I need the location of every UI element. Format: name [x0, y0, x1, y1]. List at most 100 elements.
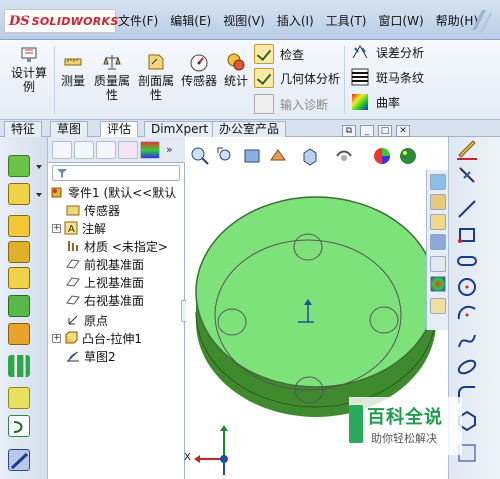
display-manager-tab-icon[interactable]	[140, 141, 160, 159]
slot-icon[interactable]	[455, 249, 479, 273]
swept-boss-icon[interactable]	[8, 215, 30, 237]
filter-icon	[57, 169, 67, 178]
feature-tree-tab-icon[interactable]	[52, 141, 72, 159]
zoom-area-icon[interactable]	[216, 146, 236, 166]
spline-icon[interactable]	[455, 329, 479, 353]
display-style-icon[interactable]	[334, 146, 354, 166]
sensor-button[interactable]: 传感器	[180, 52, 218, 88]
feature-tree-filter[interactable]	[52, 165, 180, 181]
instant3d-icon[interactable]	[8, 449, 30, 471]
maximize-window-icon[interactable]: □	[378, 125, 392, 137]
apply-scene-icon[interactable]	[398, 146, 418, 166]
sketch-icon[interactable]	[455, 137, 479, 161]
check-button[interactable]: 检查	[254, 44, 304, 64]
menu-insert[interactable]: 插入(I)	[277, 12, 314, 29]
tree-item-top-plane[interactable]: 上视基准面	[66, 273, 144, 291]
tab-features[interactable]: 特征	[4, 121, 43, 137]
extruded-boss-icon[interactable]	[8, 155, 30, 177]
property-manager-tab-icon[interactable]	[74, 141, 94, 159]
tree-item-sensors[interactable]: 传感器	[66, 201, 120, 219]
zoom-to-fit-icon[interactable]	[190, 146, 210, 166]
gauge-icon	[190, 54, 208, 72]
close-window-icon[interactable]: ✕	[396, 125, 410, 137]
reference-geometry-icon[interactable]	[8, 387, 30, 409]
tree-item-annotations[interactable]: + A 注解	[52, 219, 106, 237]
solidworks-resources-icon[interactable]	[430, 174, 446, 190]
curvature-button[interactable]: 曲率	[350, 92, 400, 112]
previous-view-icon[interactable]	[242, 146, 262, 166]
tab-evaluate[interactable]: 评估	[100, 121, 139, 137]
tree-item-sketch2-label: 草图2	[84, 349, 116, 364]
edit-appearance-icon[interactable]	[372, 146, 392, 166]
arc-icon[interactable]	[455, 301, 479, 325]
appearances-icon[interactable]	[430, 276, 446, 292]
smart-dimension-icon[interactable]	[455, 163, 479, 187]
line-icon[interactable]	[455, 197, 479, 221]
section-properties-button[interactable]: 剖面属 性	[136, 52, 176, 102]
view-orientation-icon[interactable]	[300, 146, 320, 166]
zebra-stripes-button[interactable]: 斑马条纹	[350, 67, 424, 87]
feature-manager-tabs: »	[48, 137, 185, 163]
expand-icon[interactable]: +	[52, 223, 61, 233]
view-palette-icon[interactable]	[430, 256, 446, 272]
measure-button[interactable]: 测量	[58, 52, 88, 88]
dropdown-arrow-icon[interactable]	[36, 165, 42, 169]
menu-view[interactable]: 视图(V)	[223, 12, 265, 29]
ellipse-icon[interactable]	[455, 355, 479, 379]
check-icon	[254, 44, 274, 64]
design-library-icon[interactable]	[430, 194, 446, 210]
import-diagnostics-label: 输入诊断	[280, 97, 329, 112]
tree-item-boss-extrude[interactable]: + 凸台-拉伸1	[52, 329, 142, 347]
ds-logo-mark: DS	[9, 13, 30, 29]
logo-text: SOLIDWORKS	[31, 14, 119, 28]
menu-window[interactable]: 窗口(W)	[378, 12, 423, 29]
menu-edit[interactable]: 编辑(E)	[170, 12, 211, 29]
tab-dimxpert[interactable]: DimXpert	[144, 121, 216, 137]
rectangle-icon[interactable]	[455, 223, 479, 247]
design-study-button[interactable]: 设计算 例	[8, 44, 50, 94]
menu-file[interactable]: 文件(F)	[118, 12, 158, 29]
circle-icon[interactable]	[455, 275, 479, 299]
fillet-icon[interactable]	[8, 295, 30, 317]
ribbon-separator	[344, 46, 345, 114]
more-tabs-chevron-icon[interactable]: »	[166, 143, 173, 156]
extruded-cut-icon[interactable]	[8, 267, 30, 289]
linear-pattern-icon[interactable]	[8, 355, 30, 377]
statistics-button[interactable]: 统计	[222, 52, 250, 88]
restore-window-icon[interactable]: ⧉	[342, 125, 356, 137]
menu-tools[interactable]: 工具(T)	[326, 12, 367, 29]
search-icon[interactable]	[430, 234, 446, 250]
hole-wizard-icon[interactable]	[8, 323, 30, 345]
section-properties-icon	[148, 54, 164, 70]
tree-item-sketch2[interactable]: 草图2	[66, 347, 116, 365]
lofted-boss-icon[interactable]	[8, 241, 30, 263]
geometry-analysis-button[interactable]: 几何体分析	[254, 68, 340, 88]
tree-item-front-plane[interactable]: 前视基准面	[66, 255, 144, 273]
configuration-manager-tab-icon[interactable]	[96, 141, 116, 159]
baike-watermark: 百科全说 助你轻松解决	[349, 397, 462, 455]
deviation-analysis-button[interactable]: 误差分析	[350, 42, 424, 62]
tree-item-origin[interactable]: 原点	[66, 311, 108, 329]
expand-icon[interactable]: +	[52, 333, 61, 343]
plane-icon	[66, 295, 80, 305]
tree-item-right-plane[interactable]: 右视基准面	[66, 291, 144, 309]
curves-icon[interactable]	[8, 415, 30, 437]
dimxpert-manager-tab-icon[interactable]	[118, 141, 138, 159]
mass-properties-button[interactable]: 质量属 性	[92, 52, 132, 102]
custom-properties-icon[interactable]	[430, 298, 446, 314]
sensor-label: 传感器	[180, 74, 217, 88]
sensor-folder-icon	[66, 205, 80, 216]
tree-item-part[interactable]: 零件1 (默认<<默认	[50, 183, 176, 201]
tree-item-material-label: 材质 <未指定>	[84, 239, 168, 254]
file-explorer-icon[interactable]	[430, 214, 446, 230]
import-diagnostics-button[interactable]: 输入诊断	[254, 94, 328, 114]
tree-item-material[interactable]: 材质 <未指定>	[66, 237, 168, 255]
measure-icon	[64, 58, 82, 66]
tab-sketch[interactable]: 草图	[50, 121, 89, 137]
dropdown-arrow-icon[interactable]	[36, 193, 42, 197]
revolved-boss-icon[interactable]	[8, 183, 30, 205]
minimize-window-icon[interactable]: _	[360, 125, 374, 137]
solidworks-logo[interactable]: DS SOLIDWORKS	[4, 9, 119, 33]
tab-office-products[interactable]: 办公室产品	[212, 121, 287, 137]
section-view-icon[interactable]	[268, 146, 288, 166]
